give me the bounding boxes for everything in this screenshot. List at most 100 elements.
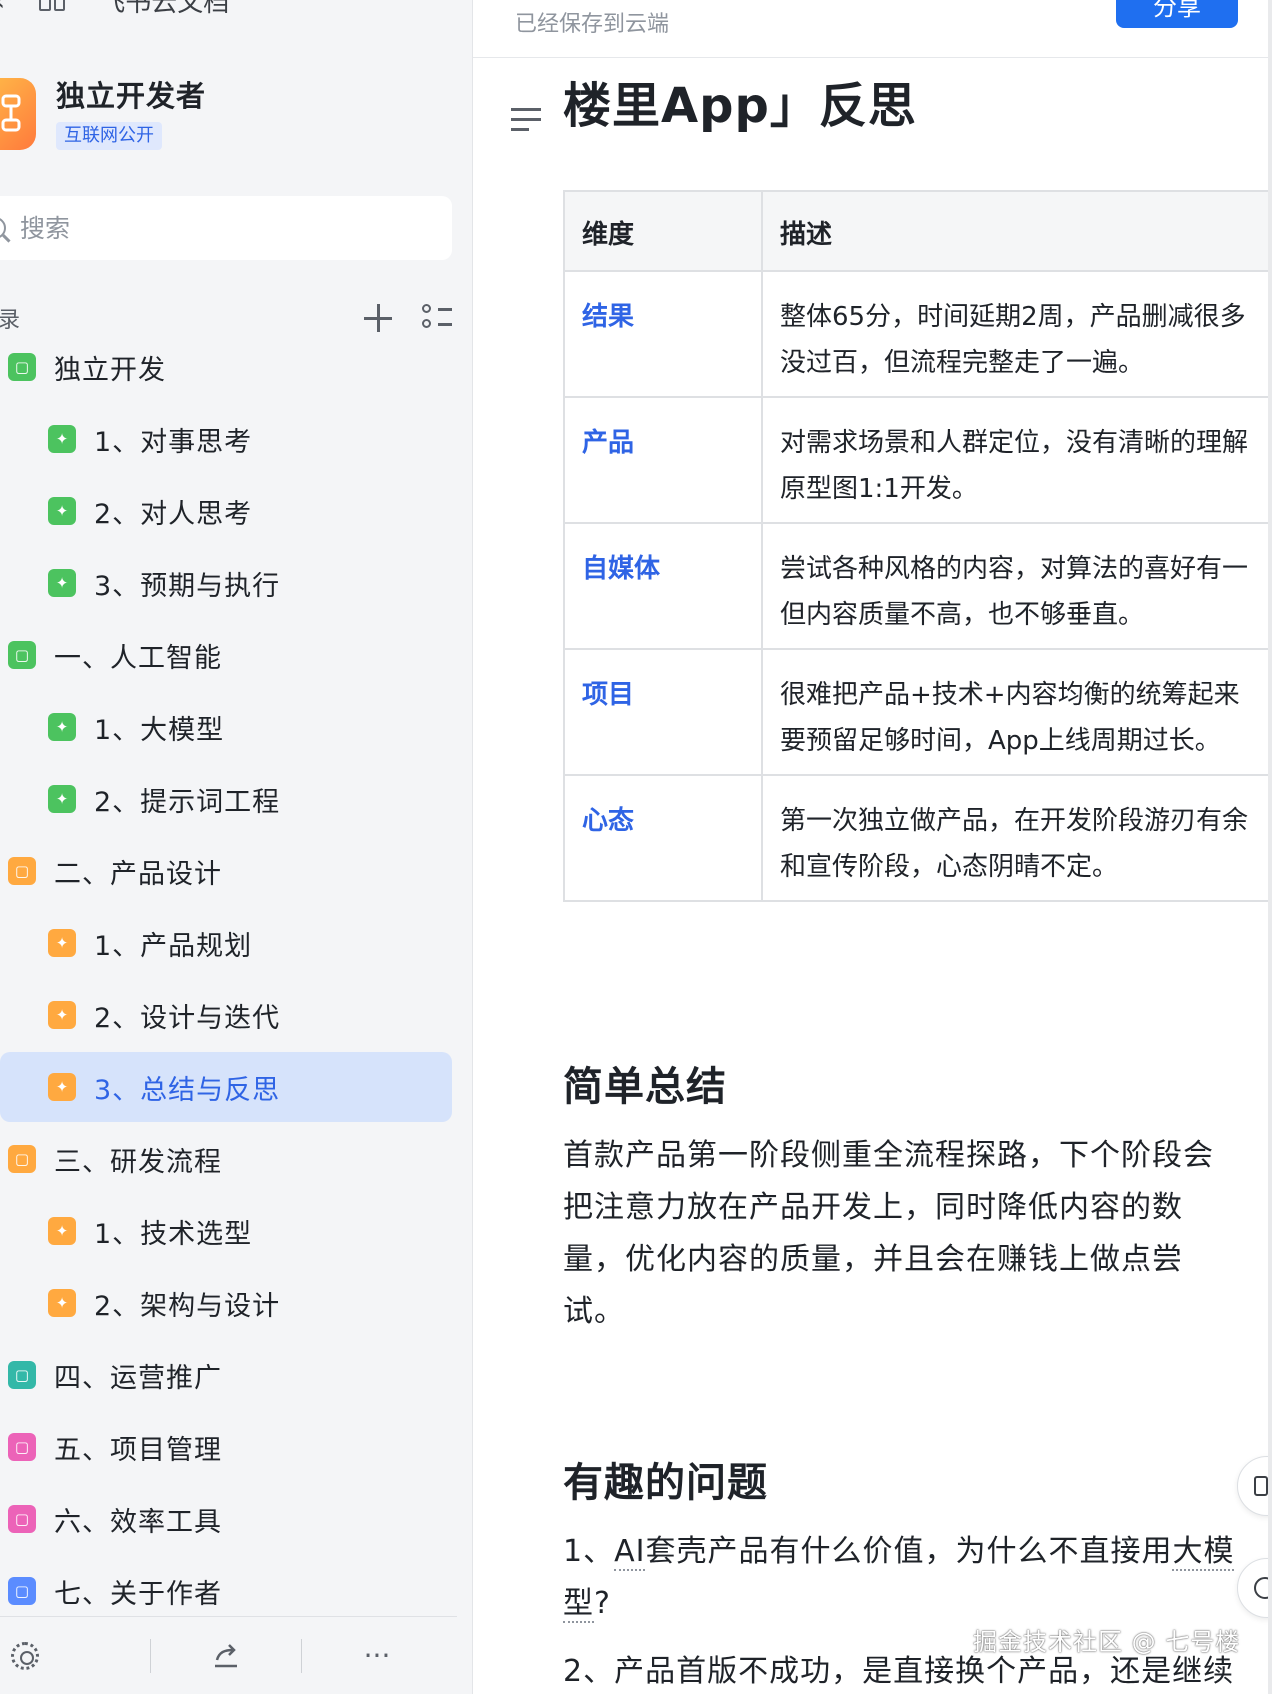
description-line: 没过百，但流程完整走了一遍。 (780, 348, 1145, 378)
reflection-table: 维度 描述 结果 整体65分，时间延期2周，产品删减很多 没过百，但流程完整走了一遍… (563, 190, 1272, 902)
document-area: 已经保存到云端 分享 楼里App」反思 维度 描述 结果 整体65分，时间延期2周… (473, 0, 1272, 1694)
sidebar-item[interactable]: ✦ 3、总结与反思 (0, 1052, 452, 1122)
description-cell: 第一次独立做产品，在开发阶段游刃有余 和宣传阶段，心态阴晴不定。 (761, 774, 1272, 902)
sidebar-item[interactable]: ✦ 2、架构与设计 (0, 1268, 452, 1338)
comment-float-button[interactable] (1237, 1456, 1272, 1516)
sidebar-item[interactable]: ✦ 1、技术选型 (0, 1196, 452, 1266)
description-line: 第一次独立做产品，在开发阶段游刃有余 (780, 806, 1249, 836)
sidebar-item-label: 七、关于作者 (54, 1578, 222, 1610)
apps-grid-icon[interactable] (39, 0, 66, 11)
description-cell: 很难把产品+技术+内容均衡的统筹起来 要预留足够时间，App上线周期过长。 (761, 648, 1272, 776)
dimension-cell: 心态 (563, 774, 763, 902)
visibility-badge: 互联网公开 (56, 122, 162, 150)
scrollbar-track[interactable] (1268, 0, 1272, 1694)
export-icon (215, 1643, 237, 1667)
table-header-row: 维度 描述 (563, 190, 1272, 272)
dimension-cell: 自媒体 (563, 522, 763, 650)
sidebar-item[interactable]: ✦ 2、对人思考 (0, 476, 452, 546)
description-line: 和宣传阶段，心态阴晴不定。 (780, 852, 1119, 882)
page-icon: ✦ (48, 1001, 76, 1029)
sidebar-item-label: 3、预期与执行 (94, 570, 281, 602)
settings-button[interactable] (0, 1636, 150, 1676)
sidebar-item-label: 二、产品设计 (54, 858, 222, 890)
sidebar: ‹ 飞书云文档 独立开发者 互联网公开 目录 ▢ 独立开发 (0, 0, 473, 1694)
share-out-button[interactable] (151, 1636, 301, 1676)
sidebar-item[interactable]: ✦ 1、产品规划 (0, 908, 452, 978)
sidebar-item[interactable]: ▢ 一、人工智能 (0, 620, 452, 690)
gear-icon (11, 1641, 39, 1670)
description-line: 很难把产品+技术+内容均衡的统筹起来 (780, 680, 1240, 710)
page-icon: ✦ (48, 569, 76, 597)
sidebar-item-label: 六、效率工具 (54, 1506, 222, 1538)
q1-term-model[interactable]: 大模 (1172, 1534, 1235, 1571)
sidebar-item-label: 独立开发 (54, 354, 166, 386)
sidebar-item[interactable]: ✦ 2、提示词工程 (0, 764, 452, 834)
doc-title: 楼里App」反思 (563, 78, 917, 134)
back-icon[interactable]: ‹ (0, 0, 5, 17)
search-box[interactable] (0, 196, 452, 260)
page-icon: ▢ (8, 857, 36, 885)
add-icon[interactable] (364, 304, 392, 332)
sidebar-item-label: 一、人工智能 (54, 642, 222, 674)
sidebar-item-label: 五、项目管理 (54, 1434, 222, 1466)
sidebar-item-label: 2、架构与设计 (94, 1290, 281, 1322)
sidebar-item-label: 1、大模型 (94, 714, 225, 746)
sidebar-item[interactable]: ✦ 3、预期与执行 (0, 548, 452, 618)
sidebar-item[interactable]: ▢ 二、产品设计 (0, 836, 452, 906)
description-line: 原型图1:1开发。 (780, 474, 978, 504)
breadcrumb-label[interactable]: 飞书云文档 (99, 0, 229, 19)
dimension-cell: 产品 (563, 396, 763, 524)
sidebar-item[interactable]: ▢ 四、运营推广 (0, 1340, 452, 1410)
summary-heading: 简单总结 (563, 1064, 727, 1110)
sidebar-item[interactable]: ▢ 五、项目管理 (0, 1412, 452, 1482)
outline-toggle-icon[interactable] (511, 108, 541, 132)
sidebar-item-label: 3、总结与反思 (94, 1074, 281, 1106)
sidebar-footer: ··· (0, 1616, 457, 1694)
sidebar-item-label: 2、提示词工程 (94, 786, 281, 818)
sidebar-item[interactable]: ▢ 三、研发流程 (0, 1124, 452, 1194)
save-status: 已经保存到云端 (515, 12, 670, 37)
page-icon: ✦ (48, 1289, 76, 1317)
page-icon: ▢ (8, 1145, 36, 1173)
description-cell: 整体65分，时间延期2周，产品删减很多 没过百，但流程完整走了一遍。 (761, 270, 1272, 398)
page-icon: ▢ (8, 1505, 36, 1533)
space-name[interactable]: 独立开发者 (56, 78, 206, 114)
more-button[interactable]: ··· (302, 1636, 452, 1676)
search-icon (0, 217, 6, 239)
search-input[interactable] (20, 213, 400, 243)
dimension-cell: 结果 (563, 270, 763, 398)
catalog-header: 目录 (0, 300, 452, 336)
doc-topbar: 已经保存到云端 分享 (473, 0, 1272, 58)
table-row: 结果 整体65分，时间延期2周，产品删减很多 没过百，但流程完整走了一遍。 (563, 270, 1272, 398)
sidebar-item[interactable]: ✦ 2、设计与迭代 (0, 980, 452, 1050)
description-line: 对需求场景和人群定位，没有清晰的理解 (780, 428, 1249, 458)
outline-list-icon[interactable] (422, 304, 452, 332)
sidebar-item-label: 1、产品规划 (94, 930, 253, 962)
summary-line: 把注意力放在产品开发上，同时降低内容的数 (563, 1190, 1183, 1225)
share-button[interactable]: 分享 (1116, 0, 1238, 28)
q1-text: 套壳产品有什么价值，为什么不直接用 (645, 1534, 1173, 1569)
sidebar-item-label: 三、研发流程 (54, 1146, 222, 1178)
description-cell: 对需求场景和人群定位，没有清晰的理解 原型图1:1开发。 (761, 396, 1272, 524)
q1-term-model-cont[interactable]: 型 (563, 1586, 594, 1623)
catalog-title: 目录 (0, 308, 21, 333)
table-row: 自媒体 尝试各种风格的内容，对算法的喜好有一 但内容质量不高，也不够垂直。 (563, 522, 1272, 650)
table-row: 产品 对需求场景和人群定位，没有清晰的理解 原型图1:1开发。 (563, 396, 1272, 524)
sidebar-item[interactable]: ✦ 1、大模型 (0, 692, 452, 762)
page-icon: ▢ (8, 1433, 36, 1461)
page-icon: ✦ (48, 929, 76, 957)
sidebar-item[interactable]: ▢ 独立开发 (0, 332, 452, 402)
description-line: 但内容质量不高，也不够垂直。 (780, 600, 1145, 630)
sidebar-item-label: 1、对事思考 (94, 426, 253, 458)
q1-term-ai[interactable]: AI (614, 1534, 646, 1571)
breadcrumb[interactable]: ‹ 飞书云文档 (0, 0, 229, 18)
page-icon: ▢ (8, 353, 36, 381)
sidebar-item[interactable]: ✦ 1、对事思考 (0, 404, 452, 474)
description-line: 尝试各种风格的内容，对算法的喜好有一 (780, 554, 1249, 584)
sidebar-item[interactable]: ▢ 六、效率工具 (0, 1484, 452, 1554)
q1-prefix: 1、 (563, 1534, 615, 1569)
question-1: 1、AI套壳产品有什么价值，为什么不直接用大模 型? (563, 1526, 1253, 1630)
description-line: 要预留足够时间，App上线周期过长。 (780, 726, 1221, 756)
page-icon: ▢ (8, 1577, 36, 1605)
page-icon: ✦ (48, 1217, 76, 1245)
